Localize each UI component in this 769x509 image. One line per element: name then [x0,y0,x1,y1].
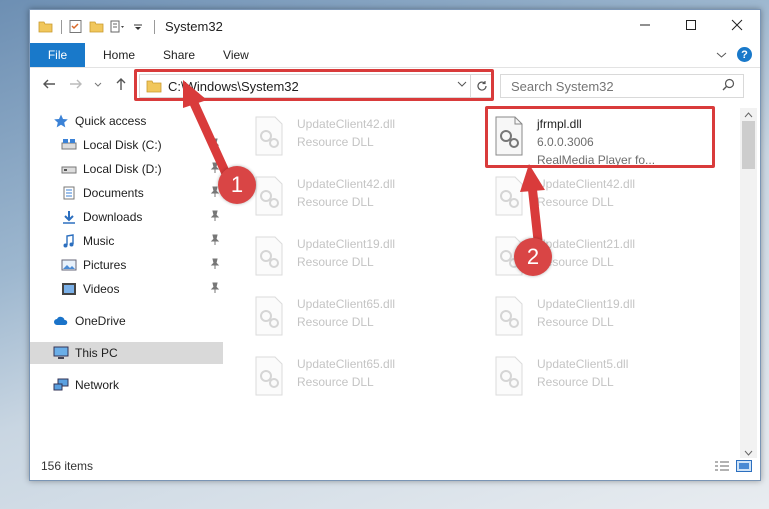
arrow-1 [183,80,233,183]
step-1-badge: 1 [218,166,256,204]
annotation-arrows [183,80,545,245]
step-2-badge: 2 [514,238,552,276]
arrow-2 [520,164,545,245]
